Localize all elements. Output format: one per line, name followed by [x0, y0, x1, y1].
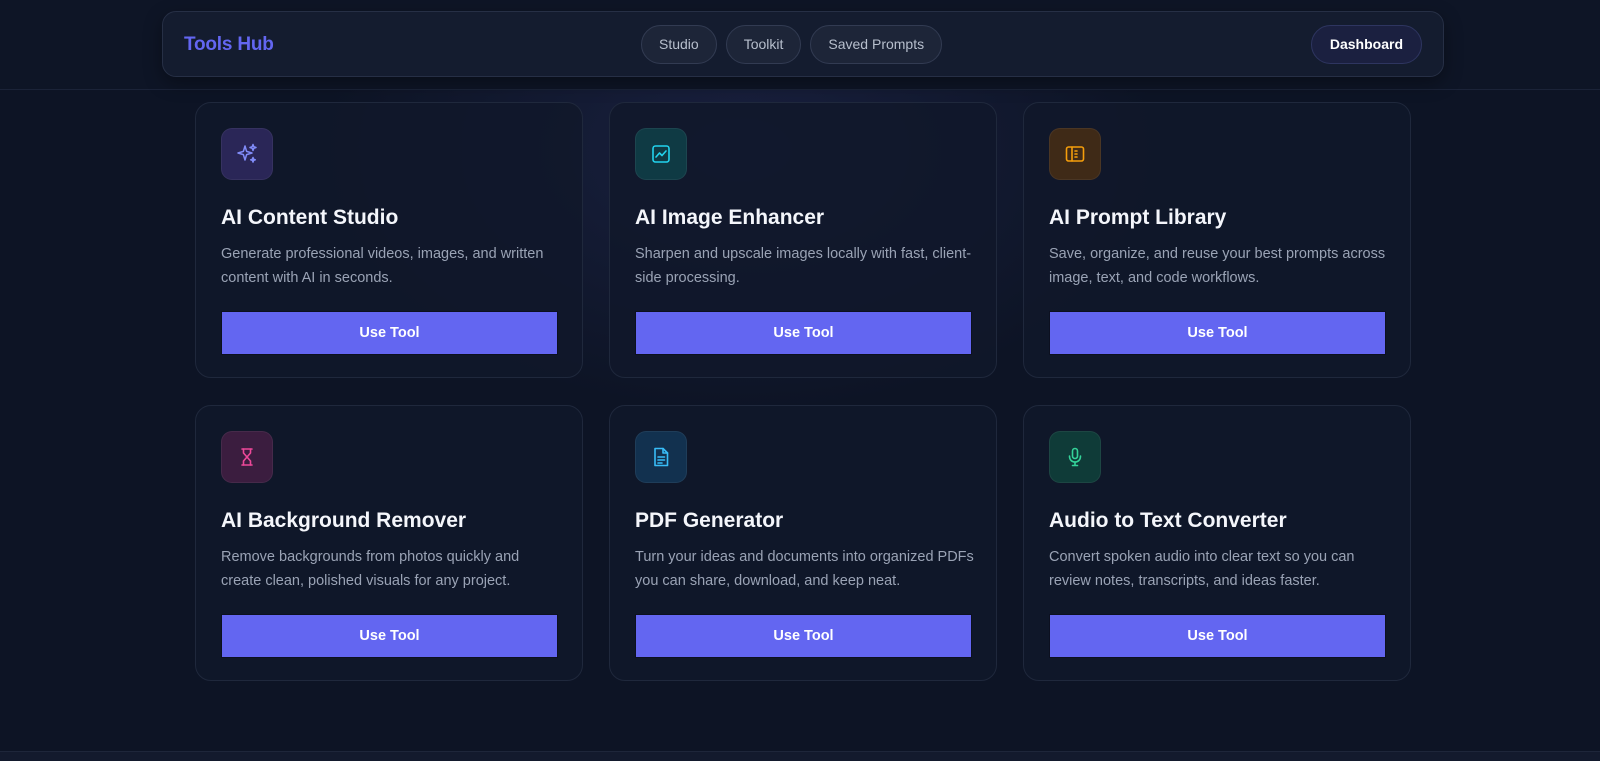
- tool-card-prompt-library: AI Prompt Library Save, organize, and re…: [1023, 102, 1411, 378]
- microphone-icon: [1068, 447, 1082, 467]
- nav-saved-prompts[interactable]: Saved Prompts: [810, 25, 943, 64]
- use-tool-button[interactable]: Use Tool: [635, 311, 972, 355]
- tool-icon-box: [221, 431, 273, 483]
- use-tool-button[interactable]: Use Tool: [221, 311, 558, 355]
- tool-description: Sharpen and upscale images locally with …: [635, 246, 972, 286]
- hourglass-icon: [241, 448, 253, 466]
- tool-card-audio-to-text: Audio to Text Converter Convert spoken a…: [1023, 405, 1411, 681]
- tool-icon-box: [635, 128, 687, 180]
- tool-title: AI Background Remover: [221, 509, 467, 532]
- top-navbar: Tools Hub Studio Toolkit Saved Prompts D…: [162, 11, 1444, 77]
- book-icon: [1065, 146, 1085, 162]
- sparkles-icon: [237, 143, 257, 163]
- tools-grid: AI Content Studio Generate professional …: [195, 102, 1411, 681]
- tool-card-pdf-generator: PDF Generator Turn your ideas and docume…: [609, 405, 997, 681]
- nav-links: Studio Toolkit Saved Prompts: [641, 25, 943, 64]
- tool-description: Convert spoken audio into clear text so …: [1049, 549, 1355, 589]
- dashboard-button[interactable]: Dashboard: [1310, 25, 1422, 64]
- use-tool-button[interactable]: Use Tool: [1049, 311, 1386, 355]
- nav-toolkit[interactable]: Toolkit: [725, 25, 802, 64]
- tool-title: AI Prompt Library: [1049, 206, 1227, 229]
- tool-description: Remove backgrounds from photos quickly a…: [221, 549, 520, 589]
- use-tool-button[interactable]: Use Tool: [221, 614, 558, 658]
- tool-title: PDF Generator: [635, 509, 784, 532]
- document-icon: [654, 447, 669, 467]
- tool-title: AI Image Enhancer: [635, 206, 825, 229]
- footer-edge: [0, 751, 1600, 761]
- tool-card-background-remover: AI Background Remover Remove backgrounds…: [195, 405, 583, 681]
- tool-title: Audio to Text Converter: [1049, 509, 1287, 532]
- tool-description: Turn your ideas and documents into organ…: [635, 549, 974, 589]
- page: Tools Hub Studio Toolkit Saved Prompts D…: [0, 0, 1600, 761]
- tool-icon-box: [1049, 128, 1101, 180]
- use-tool-button[interactable]: Use Tool: [1049, 614, 1386, 658]
- brand-logo[interactable]: Tools Hub: [184, 34, 274, 56]
- tool-description: Save, organize, and reuse your best prom…: [1049, 246, 1386, 286]
- tool-description: Generate professional videos, images, an…: [221, 246, 544, 286]
- use-tool-button[interactable]: Use Tool: [635, 614, 972, 658]
- tool-icon-box: [635, 431, 687, 483]
- tool-card-content-studio: AI Content Studio Generate professional …: [195, 102, 583, 378]
- tool-title: AI Content Studio: [221, 206, 399, 229]
- image-chart-icon: [652, 145, 670, 163]
- tool-icon-box: [221, 128, 273, 180]
- tool-icon-box: [1049, 431, 1101, 483]
- tool-card-image-enhancer: AI Image Enhancer Sharpen and upscale im…: [609, 102, 997, 378]
- nav-studio[interactable]: Studio: [641, 25, 717, 64]
